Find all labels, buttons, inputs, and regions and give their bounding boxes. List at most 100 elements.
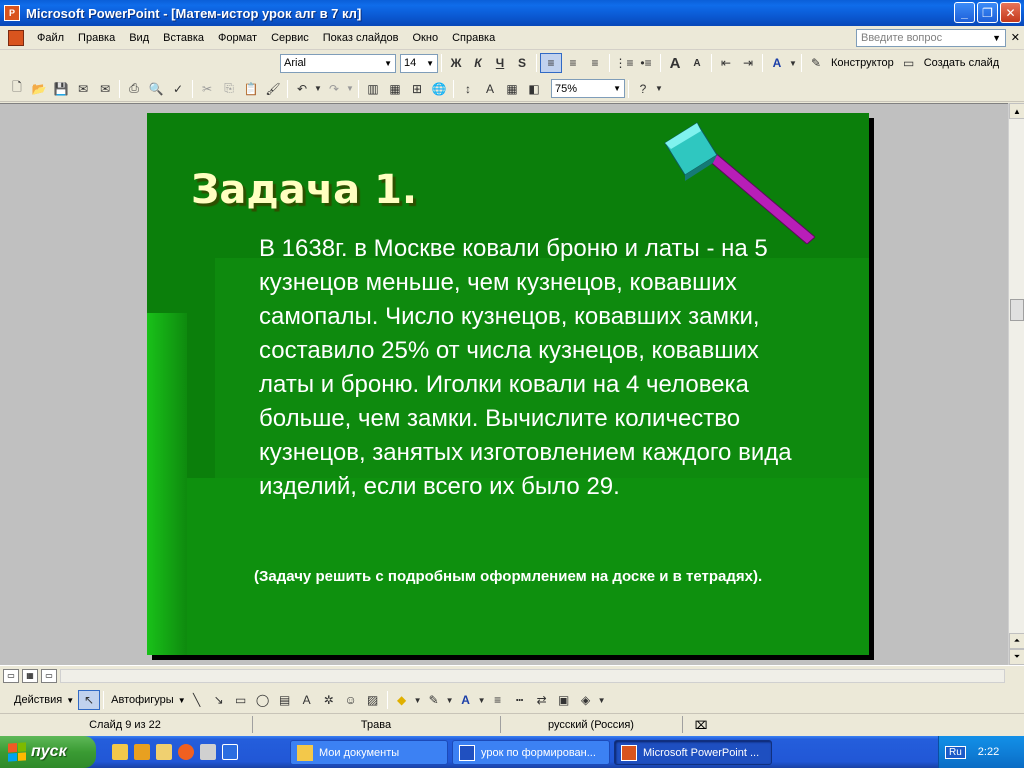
line-color-icon[interactable]: ✎ [423, 690, 445, 710]
document-close-icon[interactable]: ✕ [1011, 31, 1020, 44]
font-color-icon[interactable]: A [766, 53, 788, 73]
slide-note[interactable]: (Задачу решить с подробным оформлением н… [254, 568, 762, 585]
align-center-button[interactable]: ≡ [562, 53, 584, 73]
previous-slide-icon[interactable]: ⏶ [1009, 633, 1024, 649]
help-search-input[interactable]: Введите вопрос ▼ [856, 29, 1006, 47]
3d-style-icon[interactable]: ◈ [575, 690, 597, 710]
underline-button[interactable]: Ч [489, 53, 511, 73]
spelling-icon[interactable]: ✓ [167, 79, 189, 99]
new-slide-button[interactable]: Создать слайд [920, 57, 1003, 69]
menu-view[interactable]: Вид [122, 30, 156, 46]
shadow-button[interactable]: S [511, 53, 533, 73]
zoom-select[interactable]: 75% ▼ [551, 79, 625, 98]
clipart-icon[interactable]: ☺ [340, 690, 362, 710]
slide-sorter-view-icon[interactable]: ▦ [22, 668, 38, 683]
language-indicator[interactable]: Ru [945, 745, 966, 759]
menu-file[interactable]: Файл [30, 30, 71, 46]
new-document-icon[interactable]: 🗋 [6, 79, 28, 99]
menu-tools[interactable]: Сервис [264, 30, 316, 46]
minimize-button[interactable]: _ [954, 2, 975, 23]
cut-icon[interactable]: ✂ [196, 79, 218, 99]
ie-icon[interactable] [222, 744, 238, 760]
powerpoint-app-icon[interactable]: P [4, 5, 20, 21]
menu-edit[interactable]: Правка [71, 30, 122, 46]
menu-help[interactable]: Справка [445, 30, 502, 46]
arrow-style-icon[interactable]: ⇄ [531, 690, 553, 710]
redo-icon[interactable]: ↷ [323, 79, 345, 99]
autoshapes-menu[interactable]: Автофигуры [107, 694, 178, 706]
winamp-icon[interactable] [134, 744, 150, 760]
chevron-down-icon[interactable]: ▼ [992, 33, 1001, 43]
align-left-button[interactable]: ≡ [540, 53, 562, 73]
open-folder-icon[interactable]: 📂 [28, 79, 50, 99]
textbox-icon[interactable]: ▤ [274, 690, 296, 710]
rectangle-icon[interactable]: ▭ [230, 690, 252, 710]
close-button[interactable]: ✕ [1000, 2, 1021, 23]
select-pointer-icon[interactable]: ↖ [78, 690, 101, 710]
diagram-icon[interactable]: ✲ [318, 690, 340, 710]
print-preview-icon[interactable]: 🔍 [145, 79, 167, 99]
restore-button[interactable]: ❐ [977, 2, 998, 23]
shadow-style-icon[interactable]: ▣ [553, 690, 575, 710]
chevron-down-icon[interactable]: ▼ [654, 79, 664, 99]
chevron-down-icon[interactable]: ▼ [345, 79, 355, 99]
oval-icon[interactable]: ◯ [252, 690, 274, 710]
fill-color-icon[interactable]: ◆ [391, 690, 413, 710]
scroll-up-icon[interactable]: ▲ [1009, 103, 1024, 119]
increase-font-icon[interactable]: A [664, 53, 686, 73]
explorer-icon[interactable] [156, 744, 172, 760]
bulleted-list-icon[interactable]: •≡ [635, 53, 657, 73]
bold-button[interactable]: Ж [445, 53, 467, 73]
chevron-down-icon[interactable]: ▼ [178, 696, 186, 705]
scrollbar-thumb[interactable] [1010, 299, 1024, 321]
chevron-down-icon[interactable]: ▼ [477, 690, 487, 710]
folder-icon[interactable] [112, 744, 128, 760]
copy-icon[interactable]: ⎘ [218, 79, 240, 99]
help-icon[interactable]: ? [632, 79, 654, 99]
chevron-down-icon[interactable]: ▼ [66, 696, 74, 705]
designer-button[interactable]: Конструктор [827, 57, 898, 69]
italic-button[interactable]: К [467, 53, 489, 73]
media-icon[interactable] [178, 744, 194, 760]
vertical-scrollbar[interactable]: ▲ ⏶ ⏷ [1008, 103, 1024, 665]
email-icon[interactable]: ✉ [94, 79, 116, 99]
clock[interactable]: 2:22 [978, 746, 999, 758]
task-word-document[interactable]: урок по формирован... [452, 740, 610, 765]
document-icon[interactable] [8, 29, 24, 46]
font-color-icon[interactable]: A [455, 690, 477, 710]
print-icon[interactable]: ⎙ [123, 79, 145, 99]
line-style-icon[interactable]: ≡ [487, 690, 509, 710]
horizontal-scrollbar[interactable] [60, 669, 1005, 683]
undo-icon[interactable]: ↶ [291, 79, 313, 99]
menu-window[interactable]: Окно [406, 30, 446, 46]
chevron-down-icon[interactable]: ▼ [445, 690, 455, 710]
task-my-documents[interactable]: Мои документы [290, 740, 448, 765]
spelling-status-icon[interactable]: ⌧ [686, 717, 716, 733]
chevron-down-icon[interactable]: ▼ [313, 79, 323, 99]
chevron-down-icon[interactable]: ▼ [413, 690, 423, 710]
tables-borders-icon[interactable]: ⊞ [406, 79, 428, 99]
normal-view-icon[interactable]: ▭ [3, 668, 19, 683]
color-grayscale-icon[interactable]: ◧ [523, 79, 545, 99]
wordart-icon[interactable]: A [296, 690, 318, 710]
menu-format[interactable]: Формат [211, 30, 264, 46]
dash-style-icon[interactable]: ┅ [509, 690, 531, 710]
insert-chart-icon[interactable]: ▥ [362, 79, 384, 99]
menu-slideshow[interactable]: Показ слайдов [316, 30, 406, 46]
expand-all-icon[interactable]: ↕ [457, 79, 479, 99]
line-icon[interactable]: ╲ [186, 690, 208, 710]
actions-menu[interactable]: Действия [10, 694, 66, 706]
arrow-icon[interactable]: ↘ [208, 690, 230, 710]
slideshow-view-icon[interactable]: ▭ [41, 668, 57, 683]
start-button[interactable]: пуск [0, 736, 96, 768]
show-formatting-icon[interactable]: A [479, 79, 501, 99]
align-right-button[interactable]: ≡ [584, 53, 606, 73]
font-select[interactable]: Arial ▼ [280, 53, 396, 73]
save-icon[interactable]: 💾 [50, 79, 72, 99]
network-icon[interactable] [200, 744, 216, 760]
font-size-select[interactable]: 14 ▼ [400, 53, 438, 73]
insert-table-icon[interactable]: ▦ [384, 79, 406, 99]
insert-hyperlink-icon[interactable]: 🌐 [428, 79, 450, 99]
task-powerpoint[interactable]: Microsoft PowerPoint ... [614, 740, 772, 765]
next-slide-icon[interactable]: ⏷ [1009, 649, 1024, 665]
